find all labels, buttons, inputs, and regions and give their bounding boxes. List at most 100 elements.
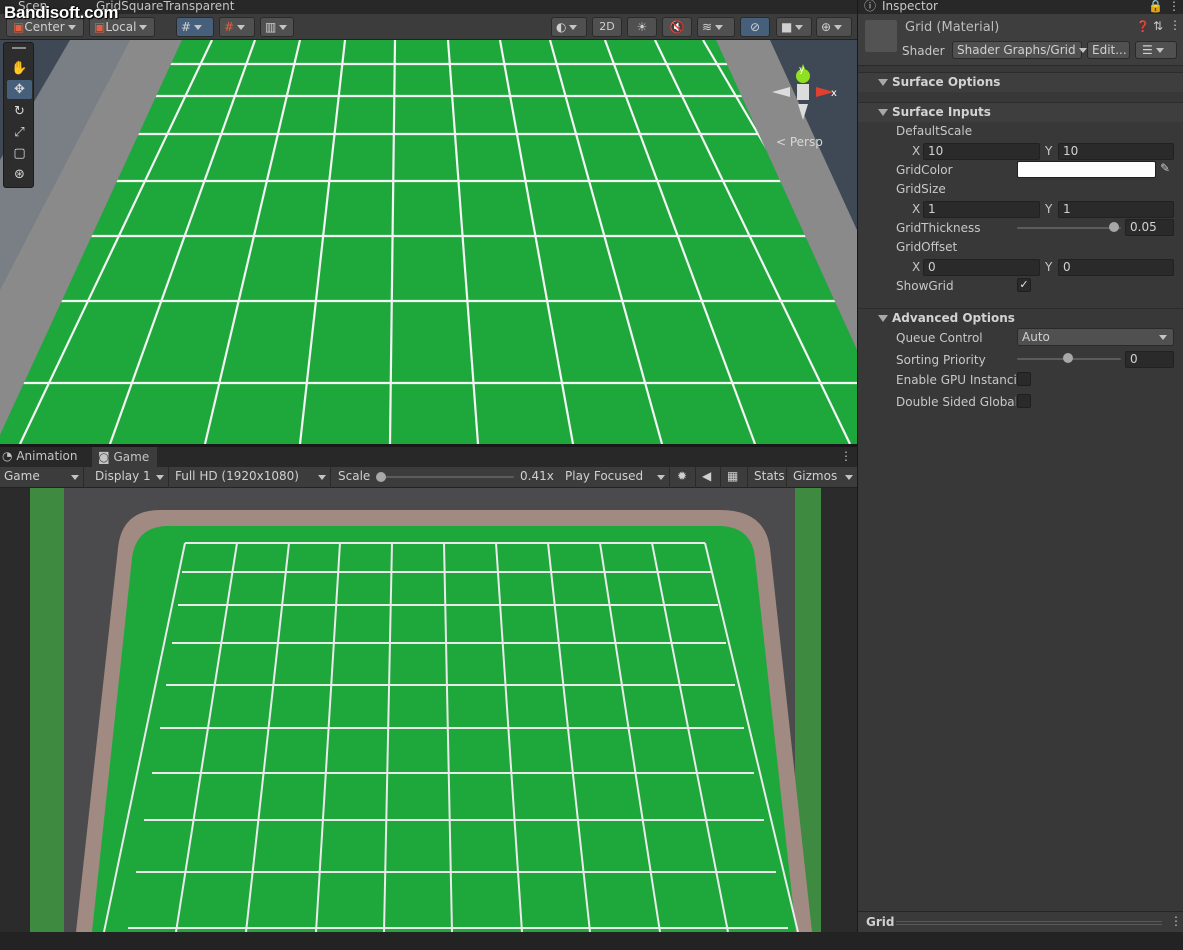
stats-button[interactable]: Stats xyxy=(750,467,787,488)
default-scale-x-field[interactable]: 10 xyxy=(923,143,1040,160)
sorting-priority-field[interactable]: 0 xyxy=(1125,351,1174,368)
surface-options-foldout[interactable]: Surface Options xyxy=(858,72,1183,92)
lightbulb-icon: ☀ xyxy=(636,20,648,34)
grid-offset-y-label: Y xyxy=(1045,260,1053,274)
inspector-tab-bar: ⓘ Inspector 🔒 ⋮ xyxy=(858,0,1183,14)
move-tool[interactable]: ✥ xyxy=(7,80,32,99)
lighting-button[interactable]: ☀ xyxy=(627,17,657,37)
status-bar xyxy=(0,932,1183,950)
gizmos-button[interactable]: ⊕ xyxy=(816,17,852,37)
play-mode-dropdown[interactable]: Play Focused xyxy=(561,467,670,488)
material-header: Grid (Material) ❓ ⇅ ⋮ Shader Shader Grap… xyxy=(858,14,1183,66)
chevron-down-icon xyxy=(139,25,148,30)
chevron-down-icon xyxy=(71,475,79,480)
help-icon[interactable]: ❓ xyxy=(1136,20,1150,33)
settings-sliders-icon[interactable]: ⇅ xyxy=(1153,19,1163,33)
effects-button[interactable]: ≋ xyxy=(697,17,735,37)
shader-value: Shader Graphs/Grid xyxy=(957,43,1076,57)
keyboard-shortcuts-button[interactable]: ▦ xyxy=(724,467,748,488)
scene-toolbar: ▣Center ▣Local # # ▥ ◐ 2D ☀ 🔇 ≋ ⊘ ■ ⊕ xyxy=(0,14,857,40)
double-sided-gi-label: Double Sided Global I xyxy=(896,395,1016,409)
grid-offset-y-field[interactable]: 0 xyxy=(1058,259,1174,276)
chevron-down-icon xyxy=(715,25,724,30)
kebab-menu-icon[interactable]: ⋮ xyxy=(1168,0,1180,12)
kebab-menu-icon[interactable]: ⋮ xyxy=(1169,18,1181,32)
grid-thickness-slider-knob[interactable] xyxy=(1108,222,1119,232)
clock-icon: ◔ xyxy=(2,449,13,463)
game-mode-dropdown[interactable]: Game xyxy=(0,467,84,488)
scene-view[interactable]: y x < Persp xyxy=(0,40,857,444)
grid-visibility-icon: ▥ xyxy=(265,20,277,34)
debug-button[interactable]: ✹ xyxy=(674,467,696,488)
resolution-dropdown[interactable]: Full HD (1920x1080) xyxy=(171,467,331,488)
kebab-menu-icon[interactable]: ⋮ xyxy=(840,450,852,464)
default-scale-y-field[interactable]: 10 xyxy=(1058,143,1174,160)
grid-thickness-slider-track[interactable] xyxy=(1017,227,1121,229)
shading-icon: ◐ xyxy=(556,20,567,34)
hand-tool[interactable]: ✋ xyxy=(7,59,32,78)
tab-game[interactable]: ◙ Game xyxy=(92,447,158,467)
enable-gpu-instancing-checkbox[interactable] xyxy=(1017,372,1031,386)
chevron-down-icon xyxy=(834,25,843,30)
audio-button[interactable]: 🔇 xyxy=(662,17,692,37)
advanced-options-foldout[interactable]: Advanced Options xyxy=(858,308,1183,328)
transform-icon: ⊛ xyxy=(14,167,25,182)
edit-button-label: Edit... xyxy=(1092,43,1127,57)
kebab-menu-icon[interactable]: ⋮ xyxy=(1170,914,1182,928)
grid-color-swatch[interactable] xyxy=(1017,161,1156,178)
snap-increment-button[interactable]: # xyxy=(219,17,255,37)
chevron-down-icon xyxy=(569,25,578,30)
drag-handle-icon[interactable] xyxy=(12,47,26,49)
rect-tool[interactable]: ▢ xyxy=(7,144,32,163)
scale-slider-track[interactable] xyxy=(380,476,514,478)
list-icon: ☰ xyxy=(1142,43,1153,57)
scene-tab-bar: Scen GridSquareTransparent xyxy=(0,0,857,14)
grid-size-x-label: X xyxy=(912,202,921,216)
lock-icon[interactable]: 🔒 xyxy=(1148,0,1163,12)
shader-options-button[interactable]: ☰ xyxy=(1135,41,1177,59)
scene-visibility-button[interactable]: ⊘ xyxy=(740,17,770,37)
scale-slider-knob[interactable] xyxy=(376,472,386,482)
chevron-down-icon xyxy=(237,25,246,30)
inspector-tab-label[interactable]: Inspector xyxy=(882,0,938,12)
transform-tool[interactable]: ⊛ xyxy=(7,165,32,184)
sorting-priority-slider-knob[interactable] xyxy=(1063,353,1073,363)
chevron-down-icon xyxy=(878,79,888,86)
scale-tool[interactable]: ⤢ xyxy=(7,123,32,142)
chevron-down-icon xyxy=(878,315,888,322)
gizmos-dropdown[interactable]: Gizmos xyxy=(789,467,857,488)
speaker-icon: ◀ xyxy=(702,469,712,483)
grid-offset-x-field[interactable]: 0 xyxy=(923,259,1040,276)
draw-mode-button[interactable]: ◐ xyxy=(551,17,587,37)
animation-tab-label: Animation xyxy=(16,449,78,463)
chevron-down-icon xyxy=(194,25,203,30)
layers-icon: ≋ xyxy=(702,20,713,34)
tab-animation[interactable]: ◔ Animation xyxy=(2,450,78,464)
rotate-tool[interactable]: ↻ xyxy=(7,102,32,121)
camera-settings-button[interactable]: ■ xyxy=(776,17,812,37)
edit-shader-button[interactable]: Edit... xyxy=(1087,41,1130,59)
grid-size-x-field[interactable]: 1 xyxy=(923,201,1040,218)
grid-thickness-field[interactable]: 0.05 xyxy=(1125,219,1174,236)
mute-audio-button[interactable]: ◀ xyxy=(699,467,721,488)
game-view[interactable] xyxy=(0,488,857,932)
toggle-2d-button[interactable]: 2D xyxy=(592,17,622,37)
queue-control-dropdown[interactable]: Auto xyxy=(1017,328,1174,346)
persp-label[interactable]: < Persp xyxy=(776,135,823,149)
game-toolbar: Game Display 1 Full HD (1920x1080) Scale… xyxy=(0,467,857,488)
default-scale-x-label: X xyxy=(912,144,921,158)
grid-size-y-field[interactable]: 1 xyxy=(1058,201,1174,218)
surface-inputs-foldout[interactable]: Surface Inputs xyxy=(858,102,1183,122)
display-dropdown[interactable]: Display 1 xyxy=(91,467,169,488)
shader-dropdown[interactable]: Shader Graphs/Grid xyxy=(952,41,1087,59)
enable-gpu-instancing-label: Enable GPU Instancin xyxy=(896,373,1016,387)
grid-snap-button[interactable]: # xyxy=(176,17,214,37)
game-mode-label: Game xyxy=(4,469,40,483)
preview-resize-divider[interactable] xyxy=(896,921,1162,922)
game-render xyxy=(0,488,857,932)
eyedropper-icon[interactable]: ✎ xyxy=(1160,161,1170,175)
double-sided-gi-checkbox[interactable] xyxy=(1017,394,1031,408)
axis-y-label: y xyxy=(799,65,805,75)
show-grid-checkbox[interactable]: ✓ xyxy=(1017,278,1031,292)
grid-visibility-button[interactable]: ▥ xyxy=(260,17,294,37)
